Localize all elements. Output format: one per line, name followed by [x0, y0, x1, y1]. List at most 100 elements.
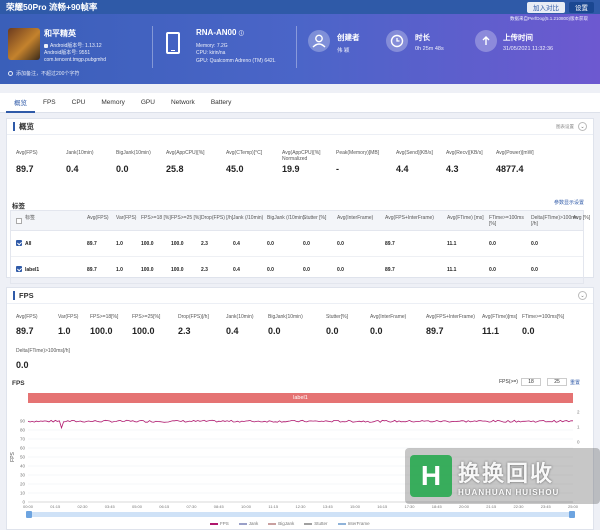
table-cell: 89.7 [87, 267, 97, 273]
metric-value: 11.1 [482, 326, 500, 336]
info-icon[interactable]: ⓘ [239, 31, 244, 37]
reset-button[interactable]: 重置 [570, 379, 580, 386]
x-tick-label: 17:30 [404, 504, 415, 509]
x-tick-label: 00:00 [23, 504, 34, 509]
labels-title: 标签 [12, 203, 25, 210]
fps-metric: BigJank(10min) 0.0 [268, 314, 330, 336]
x-tick-label: 03:45 [105, 504, 116, 509]
metric-label: Avg(CTemp)[°C] [226, 150, 263, 156]
watermark-text-en: HUANHUAN HUISHOU [458, 487, 560, 497]
x-tick-label: 22:30 [513, 504, 524, 509]
overview-metric: Avg(AppCPU)[%] Normalized 19.9 [282, 150, 342, 174]
table-cell: 0.0 [337, 241, 344, 247]
search-icon [8, 71, 13, 77]
fps-threshold-18-input[interactable]: 18 [520, 378, 541, 386]
upload-label: 上传时间 [503, 33, 533, 42]
tab-gpu[interactable]: GPU [133, 93, 163, 113]
scrollbar-left-handle[interactable] [26, 511, 32, 518]
table-cell: 100.0 [171, 241, 184, 247]
metric-value: 0.0 [522, 326, 535, 336]
y-tick-label: 60 [20, 446, 26, 451]
tab-bar: 概览 FPS CPU Memory GPU Network Battery [0, 93, 600, 113]
tab-fps[interactable]: FPS [35, 93, 64, 113]
metric-value: 100.0 [90, 326, 113, 336]
legend-swatch [238, 522, 247, 525]
label-range-bar[interactable]: label1 [28, 393, 573, 403]
row-label: All [25, 241, 32, 247]
android-icon [44, 43, 48, 48]
select-all-checkbox[interactable] [16, 218, 22, 224]
settings-button[interactable]: 设置 [569, 1, 594, 13]
window-title: 荣耀50Pro 流畅+90帧率 [6, 2, 98, 12]
column-header[interactable]: FTime>=100ms [%] [489, 215, 529, 227]
chart-settings-link[interactable]: 图表设置 [556, 124, 574, 130]
metric-value: 4.3 [446, 164, 459, 174]
legend-label: FPS [220, 521, 229, 526]
tab-battery[interactable]: Battery [203, 93, 240, 113]
device-cpu: CPU: kirin/na [196, 50, 226, 56]
fps-series-line [27, 419, 573, 430]
metric-label: Avg(InterFrame) [370, 314, 407, 320]
tab-memory[interactable]: Memory [93, 93, 132, 113]
column-header[interactable]: 标签 [25, 215, 75, 221]
column-header[interactable]: Delta(FTime)>100ms [/h] [531, 215, 578, 227]
legend-item[interactable]: Jank [238, 521, 259, 526]
metric-value: 89.7 [16, 164, 34, 174]
tab-overview[interactable]: 概览 [6, 93, 35, 113]
legend-item[interactable]: BigJank [268, 521, 294, 526]
collapse-icon[interactable]: ⌄ [578, 291, 587, 300]
divider [152, 26, 153, 68]
perfdog-note: 数据来自PerfDog(5.1.210800)版本获取 [509, 16, 588, 21]
column-header[interactable]: Avg [%] [573, 215, 600, 221]
row-checkbox[interactable] [16, 240, 22, 246]
x-tick-label: 21:15 [486, 504, 497, 509]
fps-metric: Delta(FTime)>100ms[/h] 0.0 [16, 348, 78, 370]
table-cell: 0.0 [303, 267, 310, 273]
duration-label: 时长 [415, 33, 430, 42]
y-tick-label: 40 [20, 464, 26, 469]
metric-value: 19.9 [282, 164, 300, 174]
watermark: H 换换回收 HUANHUAN HUISHOU [410, 450, 600, 502]
title-bar: 荣耀50Pro 流畅+90帧率 加入对比 设置 [0, 0, 600, 14]
y-tick-label: 70 [20, 437, 26, 442]
table-cell: 0.0 [531, 241, 538, 247]
creator-label: 创建者 [337, 33, 360, 42]
table-row[interactable]: label1 89.7 1.0 100.0 100.0 2.3 0.4 0.0 0.0 0.0 89… [11, 257, 583, 283]
metric-label: FTime>=100ms[%] [522, 314, 565, 320]
tab-network[interactable]: Network [163, 93, 203, 113]
timeline-scrollbar[interactable] [26, 511, 575, 518]
y-tick-label: 50 [20, 455, 26, 460]
fps-metric: FTime>=100ms[%] 0.0 [522, 314, 584, 336]
legend-label: Jank [248, 521, 259, 526]
legend-item[interactable]: InterFrame [337, 521, 370, 526]
legend-item[interactable]: Stutter [304, 521, 328, 526]
column-settings-link[interactable]: 参数显示设置 [554, 199, 584, 206]
y-tick-label: 90 [20, 419, 26, 424]
x-tick-label: 11:15 [268, 504, 278, 509]
scrollbar-right-handle[interactable] [569, 511, 575, 518]
table-cell: 11.1 [447, 267, 457, 273]
tab-cpu[interactable]: CPU [64, 93, 94, 113]
y2-tick-label: 0 [577, 440, 580, 445]
metric-value: 25.8 [166, 164, 184, 174]
metric-label: Avg(AppCPU)[%] [166, 150, 205, 156]
overview-metric: Avg(CTemp)[°C] 45.0 [226, 150, 286, 174]
column-header[interactable]: BigJank (/10min) [267, 215, 307, 221]
table-cell: 2.3 [201, 241, 208, 247]
column-header[interactable]: Avg(FPS+InterFrame) [385, 215, 434, 221]
fps-threshold-25-input[interactable]: 25 [546, 378, 567, 386]
table-cell: 0.0 [489, 241, 496, 247]
collapse-icon[interactable]: ⌄ [578, 122, 587, 131]
fps-metric: Avg(FPS+InterFrame) 89.7 [426, 314, 488, 336]
x-tick-label: 10:00 [241, 504, 252, 509]
add-compare-button[interactable]: 加入对比 [527, 1, 565, 13]
table-row[interactable]: All 89.7 1.0 100.0 100.0 2.3 0.4 0.0 0.0 0.0 89.7 1… [11, 231, 583, 257]
note-input[interactable]: 添加备注，不超过200个字符 [8, 70, 79, 77]
legend-item[interactable]: FPS [210, 521, 229, 526]
column-header[interactable]: Avg(InterFrame) [337, 215, 377, 221]
metric-value: 0.0 [116, 164, 129, 174]
row-checkbox[interactable] [16, 266, 22, 272]
x-tick-label: 01:15 [50, 504, 61, 509]
column-header[interactable]: Avg(FTime) [ms] [447, 215, 487, 221]
divider [296, 26, 297, 68]
